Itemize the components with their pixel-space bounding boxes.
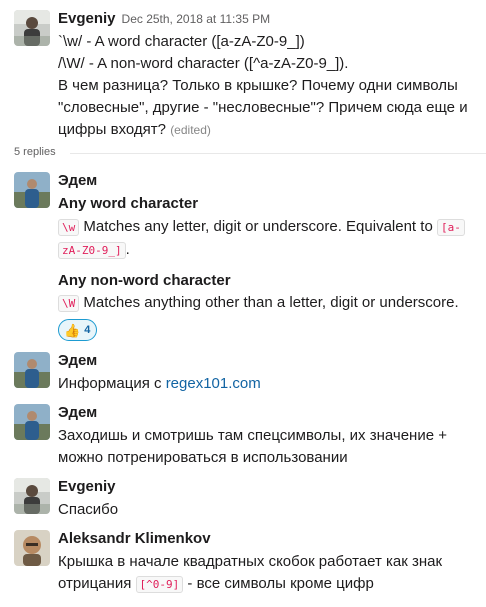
inline-code: [^0-9]	[135, 576, 184, 593]
avatar-edem[interactable]	[14, 352, 50, 388]
reply-content: Evgeniy Спасибо	[58, 478, 478, 521]
author-name[interactable]: Evgeniy	[58, 10, 116, 27]
author-name[interactable]: Эдем	[58, 352, 97, 369]
reply-content: Эдем Информация с regex101.com	[58, 352, 478, 395]
section-heading: Any word character	[58, 195, 199, 212]
author-name[interactable]: Evgeniy	[58, 478, 116, 495]
message-line: отрицания [^0-9] - все символы кроме циф…	[58, 573, 478, 596]
avatar-image	[14, 172, 50, 208]
message-text: Информация с	[58, 375, 162, 392]
avatar-edem[interactable]	[14, 404, 50, 440]
replies-divider	[70, 153, 486, 154]
inline-code: [a-	[436, 219, 465, 236]
reactions-bar: 👍 4	[58, 319, 478, 341]
message-line: `\w/ - A word character ([a-zA-Z0-9_])	[58, 33, 305, 50]
message-text: отрицания	[58, 575, 132, 592]
message-line: /\W/ - A non-word character ([^a-zA-Z0-9…	[58, 55, 349, 72]
message-line: zA-Z0-9_].	[58, 239, 478, 262]
message-line: \w Matches any letter, digit or undersco…	[58, 216, 478, 239]
message-text: Matches anything other than a letter, di…	[83, 294, 459, 311]
reply-message: Aleksandr Klimenkov Крышка в начале квад…	[14, 530, 478, 600]
message-line: Спасибо	[58, 501, 119, 518]
thumbs-up-icon: 👍	[64, 322, 81, 338]
message-line: В чем разница? Только в крышке? Почему о…	[58, 77, 458, 94]
section-heading: Any non-word character	[58, 272, 231, 289]
inline-code: zA-Z0-9_]	[58, 242, 126, 259]
message-line: \W Matches anything other than a letter,…	[58, 292, 478, 315]
inline-code: \w	[58, 219, 80, 236]
message-text: цифры входят?	[58, 121, 167, 138]
message-line: "словесные", другие - "несловесные"? При…	[58, 99, 468, 116]
reply-content: Эдем Заходишь и смотришь там спецсимволы…	[58, 404, 478, 469]
reaction-count: 4	[84, 324, 91, 336]
inline-code: \W	[58, 295, 80, 312]
message-line: Крышка в начале квадратных скобок работа…	[58, 553, 443, 570]
avatar-image	[14, 530, 50, 566]
message-timestamp[interactable]: Dec 25th, 2018 at 11:35 PM	[122, 12, 271, 26]
reply-message: Эдем Информация с regex101.com	[14, 352, 478, 396]
reply-message: Эдем Any word character \w Matches any l…	[14, 172, 478, 342]
avatar-image	[14, 404, 50, 440]
parent-message-content: Evgeniy Dec 25th, 2018 at 11:35 PM `\w/ -…	[58, 10, 478, 141]
avatar-image	[14, 352, 50, 388]
message-text: .	[125, 241, 130, 258]
reply-message: Эдем Заходишь и смотришь там спецсимволы…	[14, 404, 478, 470]
parent-message: Evgeniy Dec 25th, 2018 at 11:35 PM `\w/ -…	[14, 10, 478, 138]
message-line-last: цифры входят? (edited)	[58, 119, 478, 141]
edited-label: (edited)	[170, 123, 211, 137]
reaction-thumbs-up[interactable]: 👍 4	[58, 319, 98, 341]
author-name[interactable]: Эдем	[58, 172, 97, 189]
reply-message: Evgeniy Спасибо	[14, 478, 478, 522]
message-line: Заходишь и смотришь там спецсимволы, их …	[58, 427, 447, 444]
avatar-image	[14, 10, 50, 46]
avatar-evgeniy[interactable]	[14, 10, 50, 46]
avatar-image	[14, 478, 50, 514]
regex101-link[interactable]: regex101.com	[166, 375, 261, 392]
replies-count: 5 replies	[14, 146, 56, 158]
author-name[interactable]: Эдем	[58, 404, 97, 421]
author-name[interactable]: Aleksandr Klimenkov	[58, 530, 211, 547]
message-text: - все символы кроме цифр	[187, 575, 374, 592]
message-line: Информация с regex101.com	[58, 373, 478, 395]
avatar-evgeniy[interactable]	[14, 478, 50, 514]
avatar-aleksandr-klimenkov[interactable]	[14, 530, 50, 566]
avatar-edem[interactable]	[14, 172, 50, 208]
reply-content: Эдем Any word character \w Matches any l…	[58, 172, 478, 341]
message-line: можно потренироваться в использовании	[58, 449, 348, 466]
reply-content: Aleksandr Klimenkov Крышка в начале квад…	[58, 530, 478, 596]
message-text: Matches any letter, digit or underscore.…	[83, 218, 433, 235]
